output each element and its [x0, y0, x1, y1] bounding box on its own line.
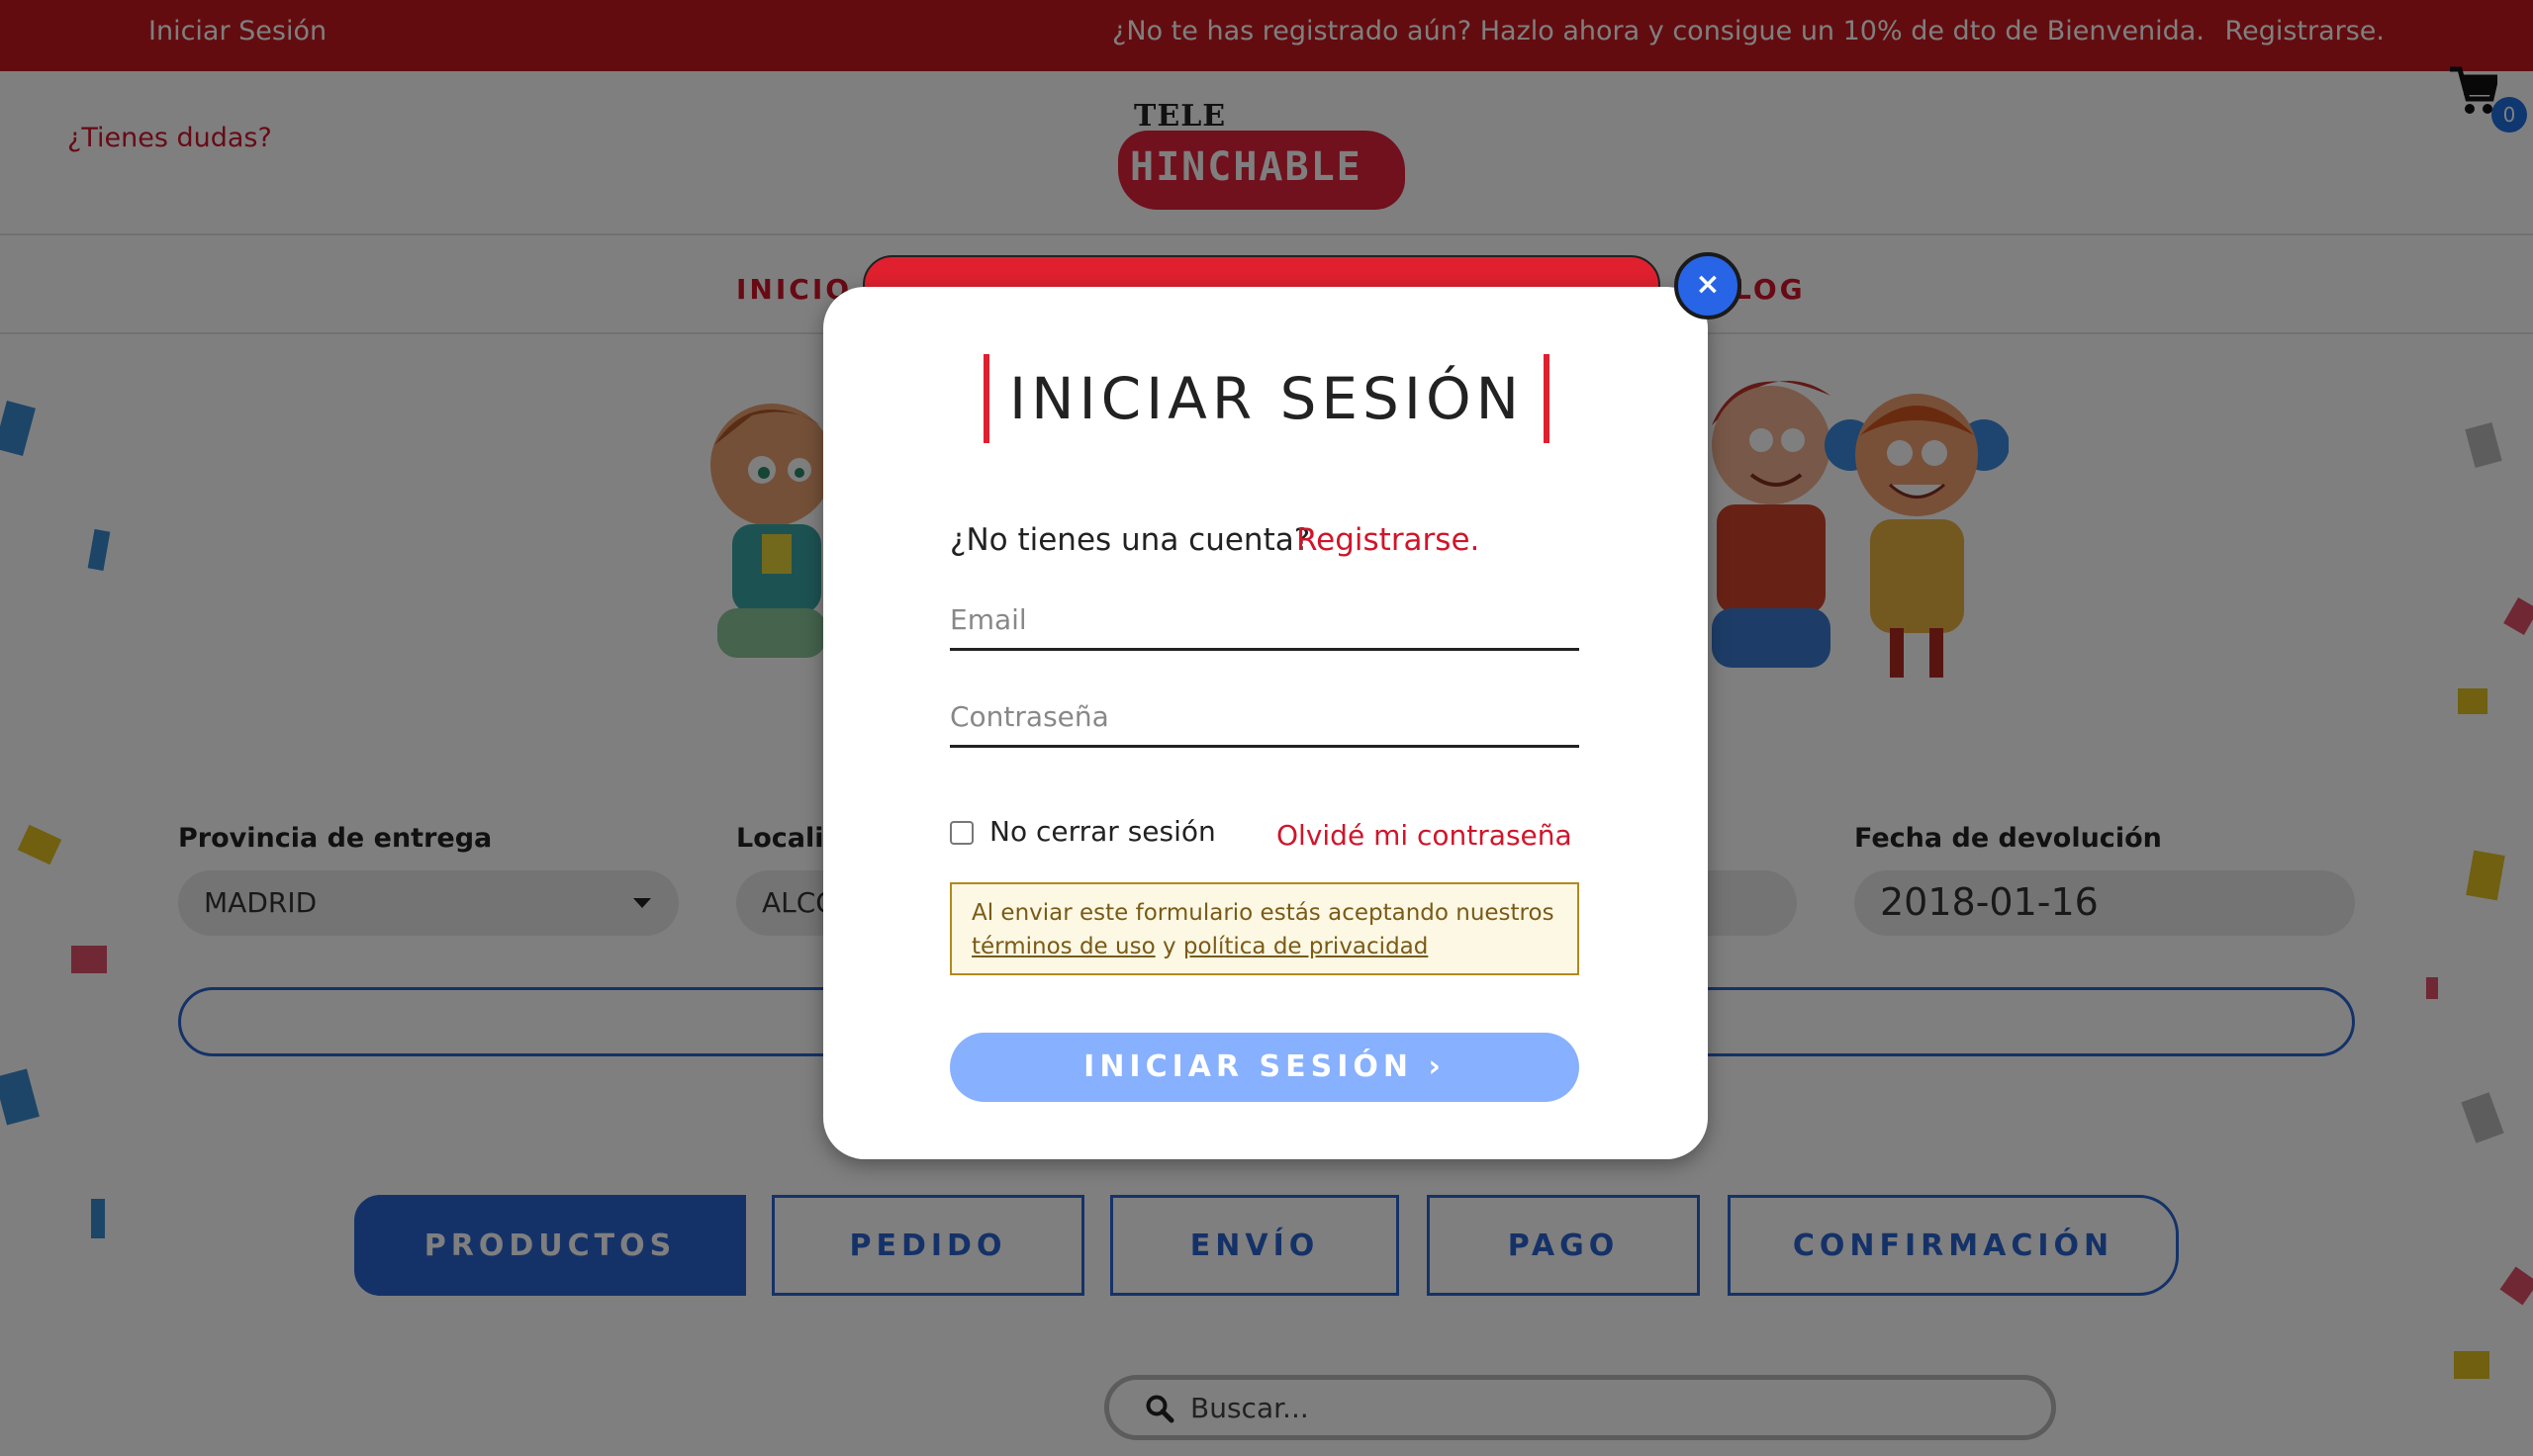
modal-title: INICIAR SESIÓN: [984, 354, 1549, 443]
password-field[interactable]: [950, 688, 1579, 748]
modal-register-link[interactable]: Registrarse.: [1296, 522, 1479, 558]
no-account-text: ¿No tienes una cuenta?: [950, 522, 1311, 558]
forgot-password-link[interactable]: Olvidé mi contraseña: [1276, 819, 1572, 852]
remember-label[interactable]: No cerrar sesión: [989, 815, 1216, 848]
login-modal: INICIAR SESIÓN ¿No tienes una cuenta? Re…: [823, 287, 1708, 1159]
remember-checkbox[interactable]: [950, 821, 974, 845]
login-submit-button[interactable]: INICIAR SESIÓN ›: [950, 1033, 1579, 1102]
terms-link[interactable]: términos de uso: [972, 934, 1156, 959]
terms-notice: Al enviar este formulario estás aceptand…: [950, 882, 1579, 975]
notice-text: Al enviar este formulario estás aceptand…: [972, 900, 1554, 926]
close-icon[interactable]: ×: [1674, 252, 1741, 319]
email-field[interactable]: [950, 592, 1579, 651]
notice-and: y: [1162, 934, 1176, 959]
privacy-link[interactable]: política de privacidad: [1183, 934, 1428, 959]
